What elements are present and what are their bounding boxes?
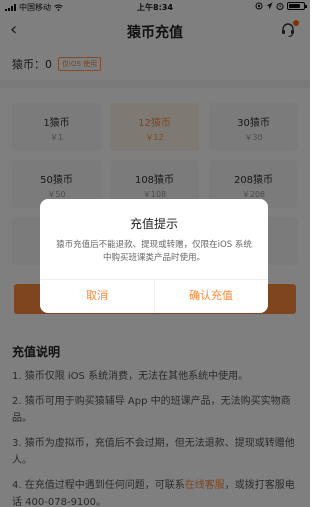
confirm-recharge-button[interactable]: 确认充值 — [154, 279, 268, 313]
dialog-message: 猿币充值后不能退款、提现或转赠，仅限在iOS 系统中购买班课类产品时使用。 — [56, 240, 252, 263]
recharge-confirm-dialog: 充值提示 猿币充值后不能退款、提现或转赠，仅限在iOS 系统中购买班课类产品时使… — [40, 199, 268, 313]
dialog-title: 充值提示 — [129, 217, 178, 231]
cancel-button[interactable]: 取消 — [40, 279, 154, 313]
